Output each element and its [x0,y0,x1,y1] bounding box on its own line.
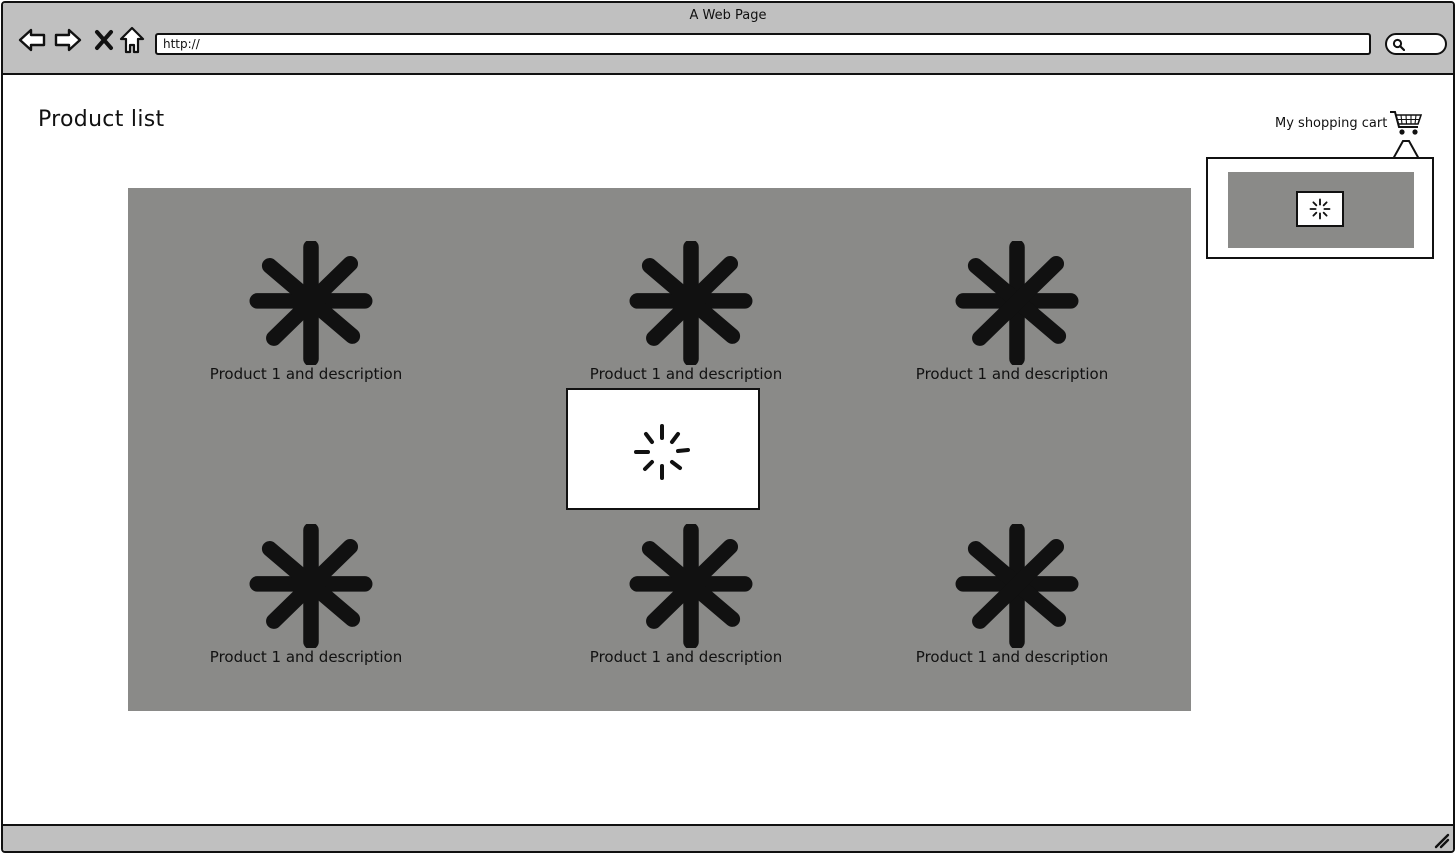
forward-arrow-icon[interactable] [53,25,83,55]
address-bar[interactable]: http:// [155,33,1371,55]
loading-indicator [566,388,760,510]
page-title: Product list [38,107,165,132]
browser-search-field[interactable] [1385,33,1447,55]
image-placeholder-icon [249,241,373,365]
product-label: Product 1 and description [589,648,783,666]
search-icon [1392,38,1405,51]
shopping-cart-link[interactable]: My shopping cart [1275,116,1387,131]
image-placeholder-icon [629,524,753,648]
product-label: Product 1 and description [915,648,1109,666]
image-placeholder-icon [249,524,373,648]
close-x-icon[interactable] [89,25,119,55]
home-icon[interactable] [117,25,147,55]
product-label: Product 1 and description [209,648,403,666]
product-card[interactable]: Product 1 and description [176,524,436,674]
product-label: Product 1 and description [209,365,403,383]
image-placeholder-icon [955,241,1079,365]
product-label: Product 1 and description [915,365,1109,383]
shopping-cart-icon[interactable] [1389,109,1423,137]
cart-preview-content [1228,172,1414,248]
product-label: Product 1 and description [589,365,783,383]
product-card[interactable]: Product 1 and description [882,524,1142,674]
browser-window: A Web Page http:// Product list My shopp… [1,1,1455,853]
product-card[interactable]: Product 1 and description [882,241,1142,391]
window-title: A Web Page [689,8,767,23]
back-arrow-icon[interactable] [17,25,47,55]
cart-preview-popover [1206,157,1434,259]
product-grid: Product 1 and description Product 1 and … [128,188,1191,711]
resize-grip-icon[interactable] [1432,831,1450,849]
image-placeholder-icon [955,524,1079,648]
status-bar [3,824,1453,851]
product-card[interactable]: Product 1 and description [556,524,816,674]
cart-loading-indicator [1296,191,1344,227]
product-card[interactable]: Product 1 and description [556,241,816,391]
browser-toolbar: A Web Page http:// [3,3,1453,75]
product-card[interactable]: Product 1 and description [176,241,436,391]
loading-spinner-icon [1309,198,1331,220]
image-placeholder-icon [629,241,753,365]
loading-spinner-icon [634,424,690,480]
